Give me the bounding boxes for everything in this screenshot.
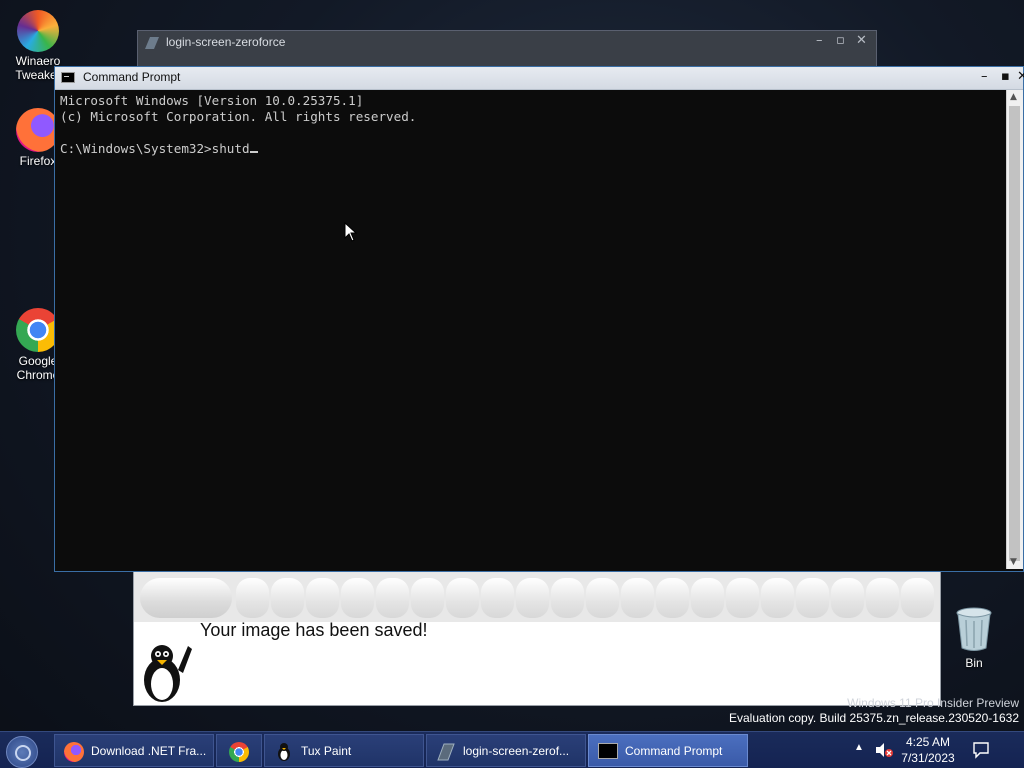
thumbnail-slot[interactable] bbox=[446, 578, 479, 618]
thumbnail-slot[interactable] bbox=[761, 578, 794, 618]
minimize-button[interactable]: – bbox=[816, 33, 823, 48]
thumbnail-slot[interactable] bbox=[236, 578, 269, 618]
chrome-icon bbox=[229, 742, 249, 762]
console-input[interactable]: C:\Windows\System32>shutd bbox=[60, 141, 250, 156]
taskbar-button-command-prompt[interactable]: Command Prompt bbox=[588, 734, 748, 767]
vertical-scrollbar[interactable]: ▲ ▼ bbox=[1006, 90, 1023, 569]
start-orb-icon bbox=[15, 745, 31, 761]
watermark-build: Evaluation copy. Build 25375.zn_release.… bbox=[729, 711, 1019, 725]
windows-watermark: Windows 11 Pro Insider Preview Evaluatio… bbox=[729, 696, 1019, 726]
console-line: Microsoft Windows [Version 10.0.25375.1] bbox=[60, 93, 364, 108]
thumbnail-slot[interactable] bbox=[726, 578, 759, 618]
maximize-button[interactable]: ▫ bbox=[836, 33, 845, 48]
thumbnail-slot[interactable] bbox=[656, 578, 689, 618]
thumbnail-slot[interactable] bbox=[376, 578, 409, 618]
thumbnail-slot[interactable] bbox=[140, 578, 232, 618]
tuxpaint-status-message: Your image has been saved! bbox=[200, 620, 428, 640]
clock-time: 4:25 AM bbox=[905, 735, 951, 749]
text-cursor bbox=[249, 151, 258, 153]
thumbnail-slot[interactable] bbox=[411, 578, 444, 618]
app-icon bbox=[145, 37, 159, 49]
close-button[interactable]: ✕ bbox=[1017, 69, 1024, 84]
cmd-icon bbox=[598, 743, 618, 759]
taskbar-button-tuxpaint[interactable]: Tux Paint bbox=[264, 734, 424, 767]
cmd-titlebar[interactable]: Command Prompt – ▪ ✕ bbox=[55, 67, 1024, 90]
taskbar-button-chrome[interactable] bbox=[216, 734, 262, 767]
tuxpaint-window[interactable]: Your image has been saved! bbox=[133, 571, 941, 706]
thumbnail-slot[interactable] bbox=[831, 578, 864, 618]
taskbar: Download .NET Fra... Tux Paint login-scr… bbox=[0, 731, 1024, 768]
clock-date: 7/31/2023 bbox=[901, 751, 955, 765]
system-clock[interactable]: 4:25 AM 7/31/2023 bbox=[896, 734, 960, 766]
thumbnail-slot[interactable] bbox=[691, 578, 724, 618]
start-button[interactable] bbox=[6, 736, 38, 768]
window-title: Command Prompt bbox=[83, 70, 181, 84]
thumbnail-slot[interactable] bbox=[481, 578, 514, 618]
notification-center-icon[interactable] bbox=[972, 741, 990, 759]
mouse-pointer-icon bbox=[344, 222, 358, 242]
thumbnail-slot[interactable] bbox=[621, 578, 654, 618]
maximize-button[interactable]: ▪ bbox=[1001, 69, 1010, 84]
console-line: (c) Microsoft Corporation. All rights re… bbox=[60, 109, 417, 124]
thumbnail-slot[interactable] bbox=[271, 578, 304, 618]
tuxpaint-icon bbox=[278, 743, 290, 761]
scrollbar-thumb[interactable] bbox=[1009, 106, 1020, 561]
thumbnail-slot[interactable] bbox=[341, 578, 374, 618]
app-icon bbox=[437, 743, 455, 761]
login-screen-window[interactable]: login-screen-zeroforce – ▫ ✕ bbox=[137, 30, 877, 71]
command-prompt-window[interactable]: Command Prompt – ▪ ✕ Microsoft Windows [… bbox=[54, 66, 1024, 572]
taskbar-button-firefox[interactable]: Download .NET Fra... bbox=[54, 734, 214, 767]
taskbar-button-login-screen[interactable]: login-screen-zerof... bbox=[426, 734, 586, 767]
tuxpaint-thumbnail-strip bbox=[134, 572, 940, 622]
thumbnail-slot[interactable] bbox=[551, 578, 584, 618]
firefox-icon bbox=[64, 742, 84, 762]
thumbnail-slot[interactable] bbox=[306, 578, 339, 618]
desktop-icon-label: Bin bbox=[965, 656, 983, 670]
scroll-down-icon[interactable]: ▼ bbox=[1010, 557, 1017, 567]
winaero-tweaker-icon bbox=[17, 10, 59, 52]
console-icon bbox=[61, 72, 75, 83]
thumbnail-slot[interactable] bbox=[796, 578, 829, 618]
show-hidden-icons-chevron-icon[interactable]: ▲ bbox=[854, 742, 864, 753]
minimize-button[interactable]: – bbox=[981, 69, 988, 84]
tux-penguin-icon bbox=[144, 645, 192, 702]
console-output[interactable]: Microsoft Windows [Version 10.0.25375.1]… bbox=[60, 93, 1003, 565]
thumbnail-slot[interactable] bbox=[516, 578, 549, 618]
console-prompt-line: C:\Windows\System32>shutd bbox=[60, 141, 1003, 157]
desktop-icon-bin[interactable]: Bin bbox=[946, 606, 1002, 670]
thumbnail-slot[interactable] bbox=[586, 578, 619, 618]
recycle-bin-icon bbox=[956, 607, 992, 651]
thumbnail-slot[interactable] bbox=[901, 578, 934, 618]
volume-muted-icon[interactable] bbox=[874, 742, 894, 758]
watermark-edition: Windows 11 Pro Insider Preview bbox=[847, 696, 1019, 710]
close-button[interactable]: ✕ bbox=[856, 33, 867, 48]
thumbnail-slot[interactable] bbox=[866, 578, 899, 618]
scroll-up-icon[interactable]: ▲ bbox=[1010, 92, 1017, 102]
window-title: login-screen-zeroforce bbox=[166, 35, 286, 49]
